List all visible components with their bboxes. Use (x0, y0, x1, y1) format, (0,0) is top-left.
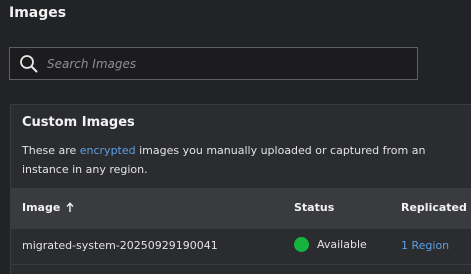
page-title: Images (9, 5, 67, 21)
card-title: Custom Images (22, 115, 135, 130)
status-label: Available (317, 238, 367, 251)
column-label-status: Status (294, 201, 335, 214)
search-box[interactable] (9, 47, 418, 80)
column-header-status[interactable]: Status (294, 201, 334, 214)
search-input[interactable] (47, 56, 407, 71)
image-name: migrated-system-20250929190041 (22, 239, 218, 252)
description-line1-rest: images you manually uploaded or captured… (135, 144, 426, 157)
status-cell: Available (294, 237, 367, 252)
column-header-replicated[interactable]: Replicated (401, 201, 467, 214)
column-header-image[interactable]: Image (22, 201, 74, 214)
sort-ascending-icon (66, 202, 74, 212)
search-icon (20, 54, 38, 72)
encrypted-link[interactable]: encrypted (80, 144, 136, 157)
status-available-icon (294, 237, 309, 252)
card-description: These are encrypted images you manually … (22, 141, 471, 179)
column-label-replicated: Replicated (401, 201, 467, 214)
custom-images-card: Custom Images These are encrypted images… (10, 104, 471, 274)
table-row: migrated-system-20250929190041 Available… (11, 229, 471, 265)
table-header: Image Status Replicated (11, 188, 471, 229)
description-line2: instance in any region. (22, 163, 148, 176)
description-prefix: These are (22, 144, 80, 157)
column-label-image: Image (22, 201, 61, 214)
replicated-link[interactable]: 1 Region (401, 239, 449, 252)
